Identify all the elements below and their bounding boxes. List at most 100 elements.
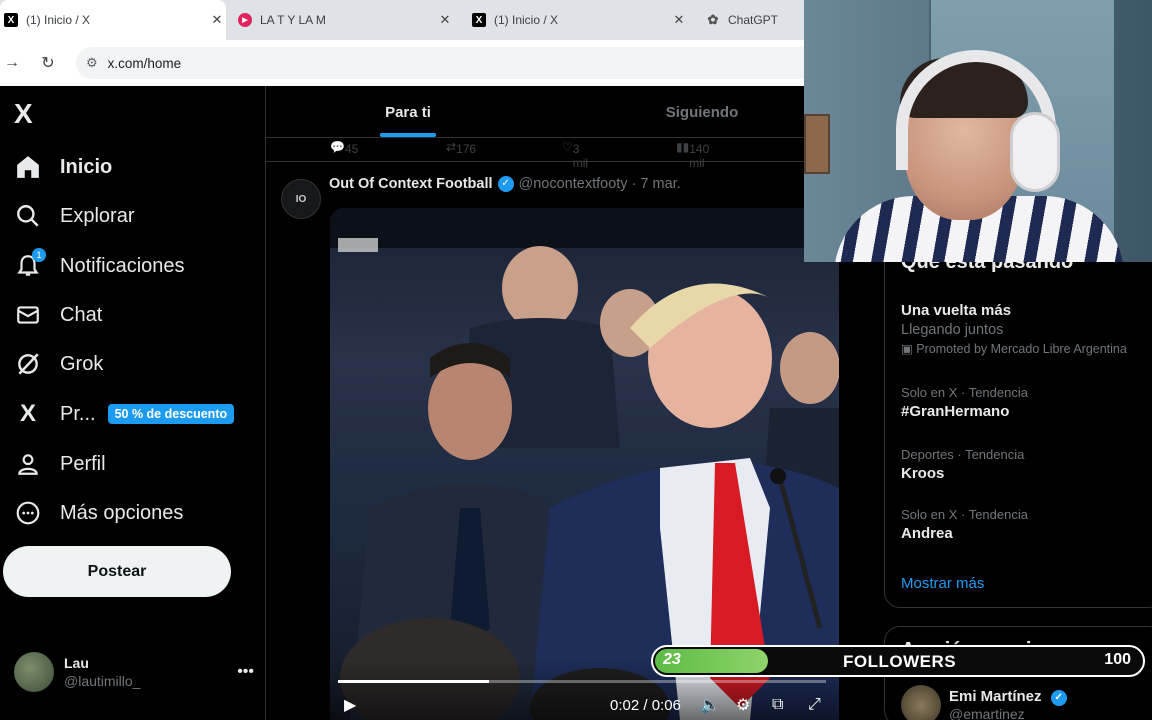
picture-in-picture-icon[interactable]: ⧉ [772, 696, 783, 714]
verified-badge-icon: ✓ [1050, 689, 1067, 706]
account-names: Lau @lautimillo_ [64, 655, 237, 689]
headphone-cup [1010, 112, 1060, 192]
trend-context: Solo en X · Tendencia [901, 507, 1028, 522]
video-progress-bar[interactable] [338, 680, 826, 683]
trend-name: Una vuelta más [901, 302, 1012, 319]
sidebar-item-label: Grok [60, 352, 104, 375]
follow-suggestion[interactable]: Emi Martínez ✓ @emartinez [901, 685, 1072, 720]
settings-gear-icon[interactable]: ⚙ [736, 695, 750, 715]
tab-title: ChatGPT [728, 13, 779, 27]
sidebar-item-label: Más opciones [60, 501, 184, 524]
sidebar-item-label: Notificaciones [60, 254, 185, 277]
person-icon [14, 450, 42, 478]
trends-card: Qué está pasando Una vuelta más Llegando… [884, 246, 1152, 608]
sidebar-item-label: Inicio [60, 155, 113, 178]
video-time: 0:02 / 0:06 [610, 696, 681, 714]
volume-icon[interactable]: 🔈 [700, 695, 720, 715]
x-premium-icon: X [19, 400, 36, 427]
reply-count-value: 45 [344, 142, 359, 156]
tweet-author-name[interactable]: Out Of Context Football [329, 176, 493, 192]
follow-user-names: Emi Martínez ✓ @emartinez [949, 688, 1072, 720]
tweet-author-avatar[interactable]: IO [281, 179, 321, 219]
search-icon [14, 202, 42, 230]
trend-item[interactable]: Solo en X · Tendencia #GranHermano [901, 385, 1028, 420]
follow-user-name-text: Emi Martínez [949, 688, 1042, 706]
promoted-text: Promoted by Mercado Libre Argentina [916, 342, 1127, 356]
sidebar-item-chat[interactable]: Chat [14, 295, 102, 335]
sidebar-item-perfil[interactable]: Perfil [14, 444, 106, 484]
webcam-overlay [804, 0, 1152, 262]
tab-inicio-x-2[interactable]: X (1) Inicio / X ✕ [468, 0, 688, 40]
grok-icon [14, 350, 42, 378]
post-button[interactable]: Postear [3, 546, 231, 597]
trend-name: #GranHermano [901, 403, 1010, 420]
account-switcher[interactable]: Lau @lautimillo_ ••• [14, 652, 254, 692]
sidebar-item-explorar[interactable]: Explorar [14, 196, 134, 236]
url-text: x.com/home [107, 55, 182, 71]
more-dots-icon[interactable]: ••• [237, 663, 254, 681]
tab-para-ti[interactable]: Para ti [266, 86, 550, 138]
promoted-icon: ▣ [901, 342, 917, 356]
tweet-action-bar: 💬 45 ⇄ 176 ♡ 3 mil ▮▮ 140 mil [266, 138, 804, 170]
tab-chatgpt[interactable]: ✿ ChatGPT [702, 0, 804, 40]
home-icon [14, 153, 42, 181]
sidebar-item-notificaciones[interactable]: 1 Notificaciones [14, 246, 185, 286]
trend-context: Deportes · Tendencia [901, 447, 1025, 462]
tweet-date[interactable]: · 7 mar. [632, 176, 681, 192]
video-control-row: ▶ 0:02 / 0:06 🔈 ⚙ ⧉ ⤢ [330, 694, 839, 716]
like-count-value: 3 mil [572, 142, 589, 170]
mail-icon [14, 301, 42, 329]
reply-count[interactable]: 💬 45 [330, 140, 358, 156]
video-progress-fill [338, 680, 490, 683]
x-logo-icon[interactable]: X [14, 98, 33, 130]
close-icon[interactable]: ✕ [670, 12, 688, 28]
reload-icon[interactable]: ↻ [36, 51, 60, 75]
tweet-author-handle[interactable]: @nocontextfooty [519, 176, 628, 192]
sidebar-item-mas-opciones[interactable]: Más opciones [14, 493, 183, 533]
close-icon[interactable]: ✕ [436, 12, 454, 28]
followers-goal-bar: 23 FOLLOWERS 100 [651, 645, 1145, 677]
play-icon[interactable]: ▶ [344, 695, 356, 715]
tab-label: Para ti [385, 103, 431, 121]
trend-context: Solo en X · Tendencia [901, 385, 1028, 400]
like-count[interactable]: ♡ 3 mil [562, 140, 588, 170]
goal-current: 23 [663, 651, 681, 668]
x-icon: X [4, 13, 18, 27]
sidebar-item-label: Explorar [60, 204, 135, 227]
discount-badge: 50 % de descuento [107, 404, 235, 424]
repost-count[interactable]: ⇄ 176 [446, 140, 476, 156]
goal-target: 100 [1104, 651, 1131, 668]
sidebar-item-premium[interactable]: X Pr... 50 % de descuento [14, 394, 235, 434]
tab-inicio-x[interactable]: X (1) Inicio / X ✕ [0, 0, 226, 40]
url-omnibox[interactable]: ⚙ x.com/home [76, 47, 804, 79]
youtube-icon: ▶ [238, 13, 252, 27]
browser-tab-bar: X (1) Inicio / X ✕ ▶ LA T Y LA M ✕ X (1)… [0, 0, 804, 40]
tab-title: LA T Y LA M [260, 13, 326, 27]
sidebar-item-inicio[interactable]: Inicio [14, 147, 112, 187]
trend-name: Kroos [901, 465, 945, 482]
trend-item[interactable]: Una vuelta más Llegando juntos ▣ Promote… [901, 299, 1127, 356]
sidebar-item-grok[interactable]: Grok [14, 344, 103, 384]
video-scene [330, 208, 839, 720]
tweet-video[interactable]: ▶ 0:02 / 0:06 🔈 ⚙ ⧉ ⤢ [330, 208, 839, 720]
timeline-tabs: Para ti Siguiendo [266, 86, 804, 138]
view-count-value: 140 mil [689, 142, 710, 170]
timeline: Para ti Siguiendo 💬 45 ⇄ 176 ♡ 3 mil ▮▮ … [265, 86, 839, 720]
show-more-link[interactable]: Mostrar más [901, 575, 984, 592]
promoted-label: ▣ Promoted by Mercado Libre Argentina [901, 341, 1127, 356]
trend-item[interactable]: Solo en X · Tendencia Andrea [901, 507, 1028, 542]
forward-arrow-icon[interactable]: → [0, 51, 24, 75]
x-icon: X [472, 13, 486, 27]
tab-la-t-y-la-m[interactable]: ▶ LA T Y LA M ✕ [234, 0, 454, 40]
close-icon[interactable]: ✕ [208, 12, 226, 28]
tab-title: (1) Inicio / X [494, 13, 559, 27]
view-count[interactable]: ▮▮ 140 mil [676, 140, 709, 170]
sidebar-item-label: Chat [60, 303, 103, 326]
left-sidebar: X Inicio Explorar 1 Notificaciones Chat … [0, 86, 265, 720]
site-settings-icon[interactable]: ⚙ [86, 55, 98, 71]
avatar [901, 685, 941, 720]
tweet-header: IO Out Of Context Football ✓ @nocontextf… [281, 174, 801, 219]
trend-item[interactable]: Deportes · Tendencia Kroos [901, 447, 1024, 482]
goal-label: FOLLOWERS [843, 652, 957, 671]
verified-badge-icon: ✓ [497, 176, 514, 192]
